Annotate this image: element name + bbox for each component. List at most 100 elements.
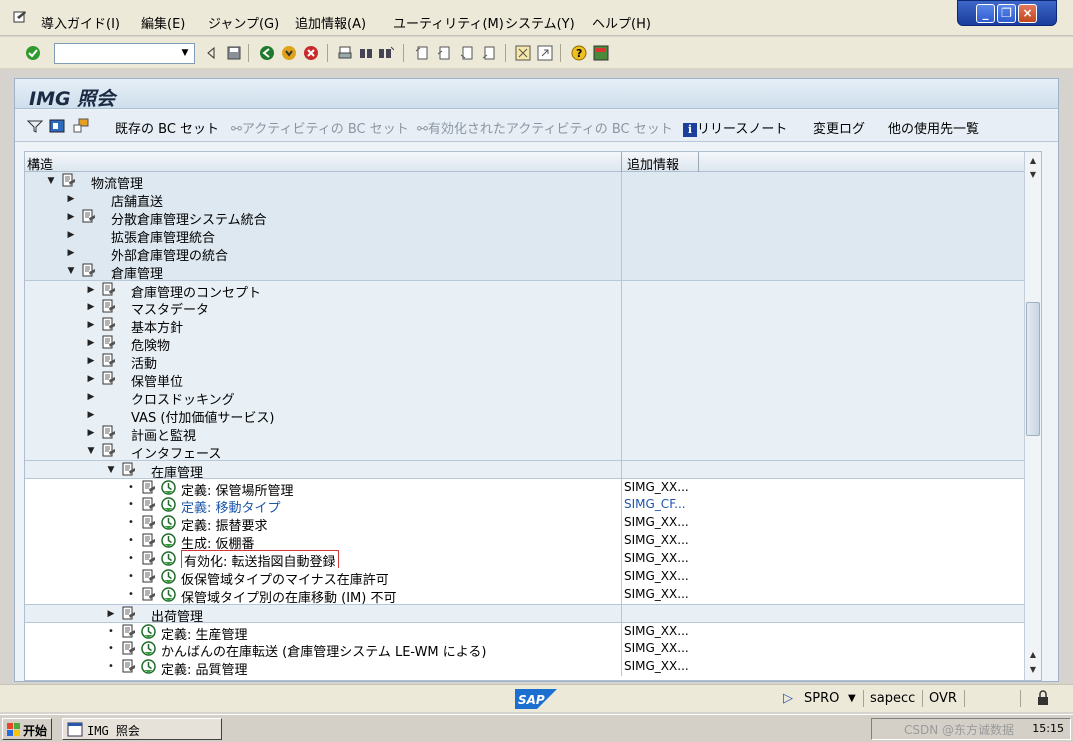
tree-row[interactable]: ▼ 在庫管理 — [25, 460, 1033, 481]
execute-activity-icon[interactable] — [161, 551, 176, 566]
tree-node-label[interactable]: 定義: 品質管理 — [161, 659, 248, 678]
documentation-icon[interactable] — [81, 209, 96, 224]
print-icon[interactable] — [337, 45, 353, 61]
tree-row[interactable]: ▶ VAS (付加価値サービス) — [25, 406, 1033, 426]
execute-activity-icon[interactable] — [161, 480, 176, 495]
tree-row[interactable]: • 定義: 振替要求 SIMG_XX... — [25, 514, 1033, 534]
activated-active-bc-sets-button[interactable]: ⚯有効化されたアクティビティの BC セット — [417, 118, 673, 137]
tree-row[interactable]: ▶ 出荷管理 — [25, 604, 1033, 625]
structure-icon[interactable] — [73, 118, 89, 134]
execute-activity-icon[interactable] — [161, 569, 176, 584]
tree-row[interactable]: ▶ 危険物 — [25, 334, 1033, 354]
close-window-button[interactable]: × — [1018, 4, 1037, 23]
menu-utilities[interactable]: ユーティリティ(M) — [393, 13, 504, 32]
documentation-icon[interactable] — [101, 371, 116, 386]
tree-row[interactable]: ▶ 保管単位 — [25, 370, 1033, 390]
vertical-scrollbar[interactable]: ▲ ▼ ▲ ▼ — [1024, 152, 1041, 680]
menu-help[interactable]: ヘルプ(H) — [592, 13, 651, 32]
collapsed-node-icon[interactable]: ▶ — [67, 248, 75, 258]
shortcut-icon[interactable] — [537, 45, 553, 61]
collapsed-node-icon[interactable]: ▶ — [67, 212, 75, 222]
column-header-structure[interactable]: 構造 — [27, 154, 53, 173]
filter-icon[interactable] — [27, 118, 43, 134]
documentation-icon[interactable] — [61, 173, 76, 188]
collapsed-node-icon[interactable]: ▶ — [87, 428, 95, 438]
tree-row[interactable]: ▶ 店舗直送 — [25, 190, 1033, 210]
layout-menu-icon[interactable] — [593, 45, 609, 61]
execute-activity-icon[interactable] — [161, 515, 176, 530]
menu-install-guide[interactable]: 導入ガイド(I) — [41, 13, 120, 32]
documentation-icon[interactable] — [141, 569, 156, 584]
collapsed-node-icon[interactable]: ▶ — [67, 194, 75, 204]
existing-bc-sets-button[interactable]: 既存の BC セット — [115, 118, 219, 137]
save-icon[interactable] — [226, 45, 242, 61]
expanded-node-icon[interactable]: ▼ — [107, 465, 115, 475]
documentation-icon[interactable] — [101, 335, 116, 350]
create-session-icon[interactable] — [515, 45, 531, 61]
last-page-icon[interactable] — [481, 45, 497, 61]
taskbar-window-item[interactable]: IMG 照会 — [62, 718, 222, 740]
documentation-icon[interactable] — [121, 462, 136, 477]
documentation-icon[interactable] — [141, 551, 156, 566]
find-icon[interactable] — [358, 45, 374, 61]
scroll-down-icon[interactable]: ▼ — [1026, 663, 1040, 677]
collapsed-node-icon[interactable]: ▶ — [87, 320, 95, 330]
where-used-button[interactable]: 他の使用先一覧 — [888, 118, 979, 137]
collapse-left-icon[interactable] — [203, 45, 219, 61]
enter-check-icon[interactable] — [25, 45, 41, 61]
tree-row[interactable]: • 仮保管域タイプのマイナス在庫許可 SIMG_XX... — [25, 568, 1033, 588]
menu-additional-info[interactable]: 追加情報(A) — [295, 13, 366, 32]
next-page-icon[interactable] — [459, 45, 475, 61]
tree-row[interactable]: ▶ 活動 — [25, 352, 1033, 372]
execute-activity-icon[interactable] — [161, 497, 176, 512]
collapsed-node-icon[interactable]: ▶ — [87, 285, 95, 295]
expanded-node-icon[interactable]: ▼ — [87, 446, 95, 456]
back-icon[interactable] — [259, 45, 275, 61]
scroll-page-down-icon[interactable]: ▲ — [1026, 648, 1040, 662]
tree-row[interactable]: ▶ 倉庫管理のコンセプト — [25, 280, 1033, 301]
system-menu-icon[interactable] — [12, 9, 28, 25]
documentation-icon[interactable] — [141, 515, 156, 530]
execute-activity-icon[interactable] — [141, 641, 156, 656]
documentation-icon[interactable] — [141, 497, 156, 512]
execute-activity-icon[interactable] — [141, 624, 156, 639]
execute-activity-icon[interactable] — [141, 659, 156, 674]
documentation-icon[interactable] — [121, 641, 136, 656]
scroll-up-icon[interactable]: ▲ — [1026, 154, 1040, 168]
menu-system[interactable]: システム(Y) — [505, 13, 575, 32]
collapsed-node-icon[interactable]: ▶ — [87, 338, 95, 348]
execute-activity-icon[interactable] — [161, 533, 176, 548]
collapsed-node-icon[interactable]: ▶ — [87, 410, 95, 420]
column-header-additional-info[interactable]: 追加情報 — [627, 154, 679, 173]
scroll-page-up-icon[interactable]: ▼ — [1026, 168, 1040, 182]
documentation-icon[interactable] — [141, 533, 156, 548]
tree-row[interactable]: • 生成: 仮棚番 SIMG_XX... — [25, 532, 1033, 552]
tree-row[interactable]: • かんばんの在庫転送 (倉庫管理システム LE-WM による) SIMG_XX..… — [25, 640, 1033, 660]
release-notes-button[interactable]: i リリースノート — [683, 118, 787, 137]
command-field[interactable]: ▼ — [54, 43, 195, 64]
tree-row[interactable]: • 定義: 移動タイプ SIMG_CF... — [25, 496, 1033, 516]
tree-row[interactable]: • 定義: 品質管理 SIMG_XX... — [25, 658, 1033, 678]
command-input[interactable] — [55, 44, 175, 63]
collapsed-node-icon[interactable]: ▶ — [87, 356, 95, 366]
command-dropdown-icon[interactable]: ▼ — [177, 45, 193, 62]
tree-row[interactable]: ▼ 倉庫管理 — [25, 262, 1033, 282]
status-expand-icon[interactable]: ▷ — [783, 691, 793, 706]
tree-row[interactable]: ▶ 分散倉庫管理システム統合 — [25, 208, 1033, 228]
change-log-button[interactable]: 変更ログ — [813, 118, 865, 137]
documentation-icon[interactable] — [101, 443, 116, 458]
documentation-icon[interactable] — [141, 587, 156, 602]
image-info-icon[interactable] — [49, 118, 65, 134]
tree-row[interactable]: ▶ 外部倉庫管理の統合 — [25, 244, 1033, 264]
execute-activity-icon[interactable] — [161, 587, 176, 602]
expanded-node-icon[interactable]: ▼ — [47, 176, 55, 186]
tree-row[interactable]: ▶ クロスドッキング — [25, 388, 1033, 408]
tree-row[interactable]: ▶ 計画と監視 — [25, 424, 1033, 444]
previous-page-icon[interactable] — [436, 45, 452, 61]
collapsed-node-icon[interactable]: ▶ — [87, 392, 95, 402]
documentation-icon[interactable] — [101, 425, 116, 440]
documentation-icon[interactable] — [121, 624, 136, 639]
cancel-icon[interactable] — [303, 45, 319, 61]
start-button[interactable]: 开始 — [2, 718, 52, 740]
documentation-icon[interactable] — [101, 282, 116, 297]
